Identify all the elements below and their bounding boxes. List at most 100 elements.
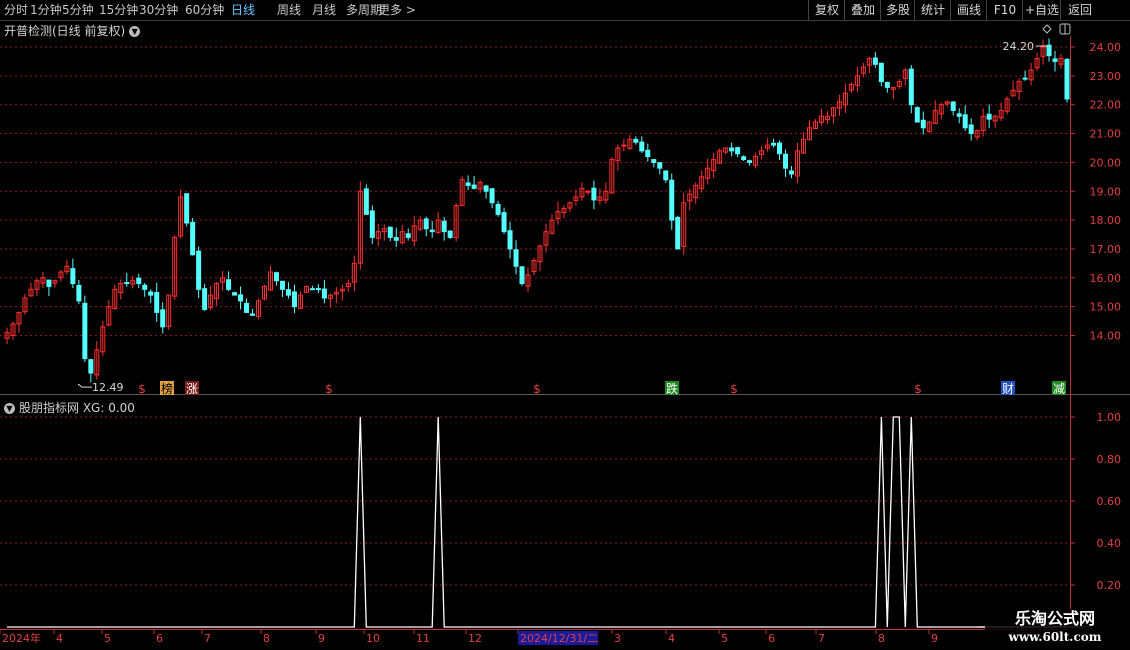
candle-body [783,153,789,169]
candle-body [82,302,88,360]
date-label: 4 [56,632,63,645]
low-marker-line [77,383,92,388]
candle-body [244,302,250,313]
candle-body [657,162,663,169]
candle-body [202,288,208,311]
candle-body [124,282,130,285]
indicator-axis-label: 1.00 [1097,411,1122,424]
candle-body [273,272,279,282]
candle-body [309,288,315,291]
candle-body [405,233,411,238]
candle-body [878,62,884,83]
candle-body [956,113,962,117]
candle-body [1046,44,1052,57]
candle-body [669,179,675,221]
candle-body [585,190,591,193]
candle-body [160,309,166,328]
candle-body [513,249,519,267]
candle-body [914,107,920,123]
event-marker[interactable]: 财 [1002,382,1014,396]
date-label: 5 [104,632,111,645]
price-axis-label: 19.00 [1090,185,1122,198]
date-label: 7 [204,632,211,645]
candle-body [1022,77,1028,80]
candle-body [154,292,160,313]
event-marker[interactable]: $ [730,382,738,396]
price-axis-label: 18.00 [1090,214,1122,227]
candle-body [447,230,453,238]
date-label: 2024年 [2,631,41,645]
candle-body [321,288,327,299]
candle-body [908,68,914,106]
candle-body [441,220,447,233]
candle-body [729,147,735,152]
candle-body [651,159,657,163]
date-label: 10 [366,632,380,645]
candle-body [675,216,681,250]
event-marker[interactable]: $ [138,382,146,396]
event-marker[interactable]: 榜 [161,381,173,396]
chart-canvas[interactable]: 24.00 23.00 22.00 21.00 20.00 19.00 18.00 17.00… [0,0,1130,650]
date-label-highlighted[interactable]: 2024/12/31/二 [520,632,598,645]
event-marker[interactable]: $ [533,382,541,396]
candle-body [369,210,375,238]
candle-body [291,291,297,308]
candle-body [741,156,747,161]
candle-body [968,124,974,135]
candle-body [639,141,645,152]
candle-body [393,237,399,241]
event-marker[interactable]: 减 [1053,382,1065,396]
diamond-icon[interactable] [1042,24,1052,34]
candle-body [645,149,651,158]
price-axis-label: 14.00 [1090,330,1122,343]
date-label: 6 [156,632,163,645]
date-label: 4 [668,632,675,645]
candle-body [495,203,501,215]
event-marker[interactable]: 跌 [666,381,678,396]
indicator-axis-label: 0.80 [1097,453,1122,466]
date-label: 7 [818,632,825,645]
candle-body [735,147,741,155]
candle-body [285,289,291,296]
date-label: 8 [878,632,885,645]
indicator-axis-label: 0.60 [1097,495,1122,508]
candle-body [46,279,52,287]
price-axis-label: 20.00 [1090,156,1122,169]
price-axis-label: 16.00 [1090,272,1122,285]
candle-body [489,188,495,204]
indicator-axis-label: 0.40 [1097,537,1122,550]
candle-body [232,292,238,296]
candle-body [663,170,669,181]
date-label: 6 [768,632,775,645]
candle-body [465,182,471,186]
candle-body [76,284,82,302]
price-axis-label: 22.00 [1090,99,1122,112]
candle-body [519,266,525,285]
low-price-marker: 12.49 [92,381,124,394]
candle-body [226,279,232,290]
date-axis: 2024年 4 5 6 7 8 9 10 11 12 2024/12/31/二 3 4 5 6 7 8 9 [0,629,938,645]
event-marker[interactable]: $ [914,382,922,396]
candle-body [789,170,795,175]
candle-body [429,229,435,233]
watermark-title: 乐淘公式网 [1014,609,1095,628]
watermark: 乐淘公式网 www.60lt.com [985,609,1125,649]
candle-body [1052,58,1058,62]
candle-body [279,280,285,290]
candle-body [88,359,94,374]
xg-series-line [7,416,1085,628]
candle-body [920,119,926,129]
candle-body [777,142,783,155]
date-label: 8 [263,632,270,645]
date-label: 5 [721,632,728,645]
date-label: 9 [318,632,325,645]
price-axis-label: 21.00 [1090,128,1122,141]
event-marker[interactable]: 涨 [186,381,198,396]
candle-body [315,288,321,291]
event-marker[interactable]: $ [325,382,333,396]
candle-body [363,188,369,215]
candle-body [986,113,992,120]
candle-body [471,184,477,189]
date-label: 3 [614,632,621,645]
candle-body [423,218,429,230]
